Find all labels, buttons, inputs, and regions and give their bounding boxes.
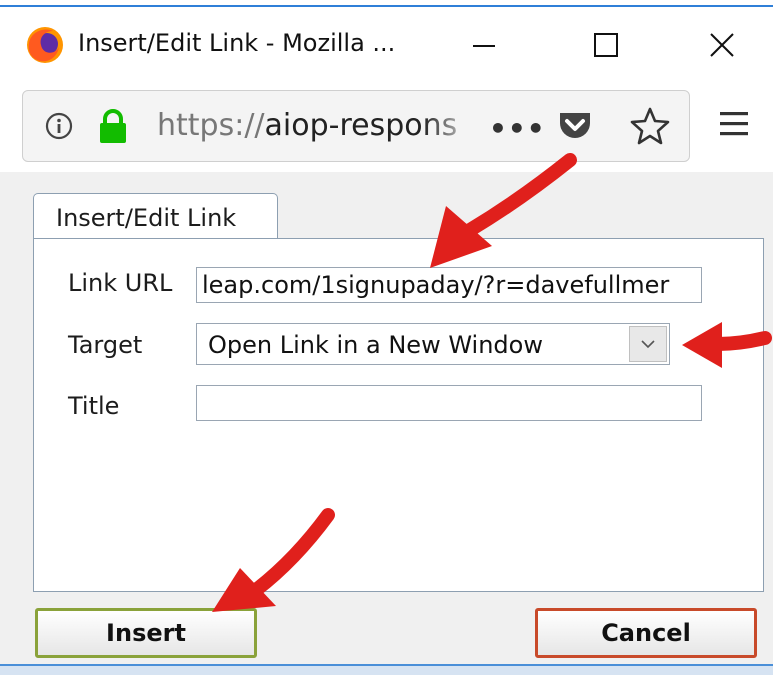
minimize-icon[interactable] — [455, 16, 513, 74]
pocket-icon[interactable] — [557, 109, 593, 143]
insert-button[interactable]: Insert — [35, 608, 257, 658]
window-titlebar: Insert/Edit Link - Mozilla ... — [0, 16, 773, 74]
address-bar[interactable]: https://aiop-respons ••• — [22, 90, 690, 162]
link-url-value: leap.com/1signupaday/?r=davefullmer — [202, 271, 670, 299]
star-icon[interactable] — [630, 106, 670, 146]
title-label: Title — [68, 392, 120, 420]
bottom-strip — [0, 664, 773, 675]
firefox-icon — [27, 27, 63, 63]
url-fade — [423, 101, 478, 151]
menu-icon[interactable] — [718, 107, 750, 141]
tab-insert-edit-link[interactable]: Insert/Edit Link — [33, 193, 278, 240]
cropped-top-strip — [0, 0, 773, 16]
lock-icon[interactable] — [96, 108, 130, 144]
info-icon[interactable] — [45, 112, 73, 140]
insert-edit-link-dialog: Insert/Edit Link Link URL leap.com/1sign… — [0, 172, 773, 675]
target-label: Target — [68, 331, 143, 359]
link-url-input[interactable]: leap.com/1signupaday/?r=davefullmer — [196, 267, 702, 303]
maximize-icon[interactable] — [577, 16, 635, 74]
target-select[interactable]: Open Link in a New Window — [196, 323, 670, 365]
top-divider — [0, 5, 773, 7]
more-icon[interactable]: ••• — [489, 112, 546, 145]
title-input[interactable] — [196, 385, 702, 421]
tab-label: Insert/Edit Link — [56, 204, 237, 232]
link-url-label: Link URL — [68, 269, 173, 297]
close-icon[interactable] — [693, 16, 751, 74]
chevron-down-icon[interactable] — [629, 326, 667, 362]
url-scheme: https:// — [157, 108, 265, 143]
target-selected-value: Open Link in a New Window — [208, 331, 543, 359]
bottom-divider — [0, 664, 773, 666]
tab-panel: Link URL leap.com/1signupaday/?r=daveful… — [33, 238, 764, 592]
cancel-button[interactable]: Cancel — [535, 608, 757, 658]
window-title: Insert/Edit Link - Mozilla ... — [78, 29, 396, 57]
